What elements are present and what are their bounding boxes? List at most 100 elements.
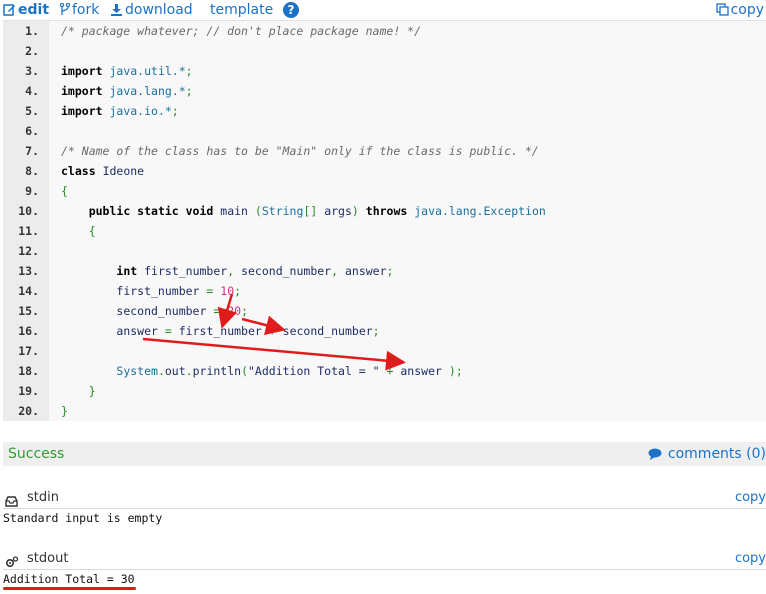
code-line: 1. /* package whatever; // don't place pa… [3, 21, 766, 41]
code-token: second_number [282, 324, 373, 338]
code-line: 15. second_number = 20; [3, 301, 766, 321]
code-token: ; [185, 84, 193, 98]
copy-label: copy [730, 2, 764, 18]
code-token: } [88, 384, 96, 398]
source-code-view[interactable]: 1. /* package whatever; // don't place pa… [3, 20, 766, 421]
code-text: second_number = 20; [61, 301, 248, 321]
template-link[interactable]: template [210, 2, 273, 18]
code-token: ) [351, 204, 359, 218]
line-number: 10. [18, 204, 39, 218]
line-number: 19. [18, 384, 39, 398]
code-line: 20.} [3, 401, 766, 421]
code-token: throws [365, 204, 408, 218]
code-token: String [261, 204, 304, 218]
code-text: first_number = 10; [61, 281, 241, 301]
code-token: { [88, 224, 96, 238]
code-token: main [220, 204, 248, 218]
stdin-content: Standard input is empty [3, 511, 163, 525]
code-line: 18. System.out.println("Addition Total =… [3, 361, 766, 381]
code-token: ; [234, 284, 242, 298]
code-line: 17. [3, 341, 766, 361]
code-line: 8. class Ideone [3, 161, 766, 181]
code-text: } [61, 381, 96, 401]
code-token: java.io.* [109, 104, 172, 118]
help-icon[interactable]: ? [283, 2, 299, 18]
code-line: 14. first_number = 10; [3, 281, 766, 301]
code-token: import [61, 64, 103, 78]
line-number: 15. [18, 304, 39, 318]
code-token: answer [400, 364, 442, 378]
code-text: /* Name of the class has to be "Main" on… [61, 141, 539, 161]
line-number: 12. [18, 244, 39, 258]
line-number: 2. [25, 44, 39, 58]
line-number: 9. [25, 184, 39, 198]
line-number: 18. [18, 364, 39, 378]
line-number: 5. [25, 104, 39, 118]
stdin-copy-button[interactable]: copy [735, 490, 766, 505]
code-text: import java.util.*; [61, 61, 193, 81]
code-text: /* package whatever; // don't place pack… [61, 21, 421, 41]
code-token: class [61, 164, 96, 178]
code-token: ; [185, 64, 193, 78]
comments-link[interactable]: comments (0) [648, 446, 766, 464]
line-number: 14. [18, 284, 39, 298]
code-token: java.util.* [109, 64, 186, 78]
stdin-header: stdin copy [3, 488, 766, 509]
code-text: public static void main (String[] args) … [61, 201, 546, 221]
gears-icon [5, 553, 19, 572]
line-number: 7. [25, 144, 39, 158]
code-line: 7. /* Name of the class has to be "Main" … [3, 141, 766, 161]
download-button[interactable]: download [110, 2, 193, 20]
code-text: class Ideone [61, 161, 144, 181]
line-number: 17. [18, 344, 39, 358]
fork-button[interactable]: fork [59, 2, 100, 20]
code-token: first_number [144, 264, 228, 278]
code-token: { [61, 184, 68, 198]
annotation-underline [3, 587, 136, 590]
code-token: . [157, 364, 165, 378]
line-number: 1. [25, 24, 39, 38]
status-bar: Success comments (0) [3, 442, 766, 466]
code-token: , [331, 264, 339, 278]
line-number: 16. [18, 324, 39, 338]
edit-button[interactable]: edit [3, 2, 49, 20]
stdout-copy-button[interactable]: copy [735, 551, 766, 566]
line-number: 13. [18, 264, 39, 278]
code-token: ( [241, 364, 248, 378]
edit-label: edit [18, 2, 50, 18]
inbox-icon [5, 492, 18, 511]
code-token: second_number [241, 264, 332, 278]
comment-icon [648, 448, 662, 464]
code-line: 4. import java.lang.*; [3, 81, 766, 101]
line-number: 11. [18, 224, 39, 238]
copy-source-button[interactable]: copy [715, 2, 764, 20]
code-token: ( [254, 204, 262, 218]
code-token: ; [386, 264, 394, 278]
code-token: System [116, 364, 158, 378]
code-token: out [164, 364, 186, 378]
fork-icon [59, 2, 71, 20]
code-token: ; [171, 104, 179, 118]
line-number: 20. [18, 404, 39, 418]
line-number: 6. [25, 124, 39, 138]
code-token: . [185, 364, 193, 378]
code-token: answer [344, 264, 387, 278]
code-line: 11. { [3, 221, 766, 241]
fork-label: fork [72, 2, 100, 18]
code-token: java.lang. [414, 204, 484, 218]
code-text: import java.lang.*; [61, 81, 193, 101]
code-text: answer = first_number + second_number; [61, 321, 379, 341]
code-line: 13. int first_number, second_number, ans… [3, 261, 766, 281]
code-line: 16. answer = first_number + second_numbe… [3, 321, 766, 341]
